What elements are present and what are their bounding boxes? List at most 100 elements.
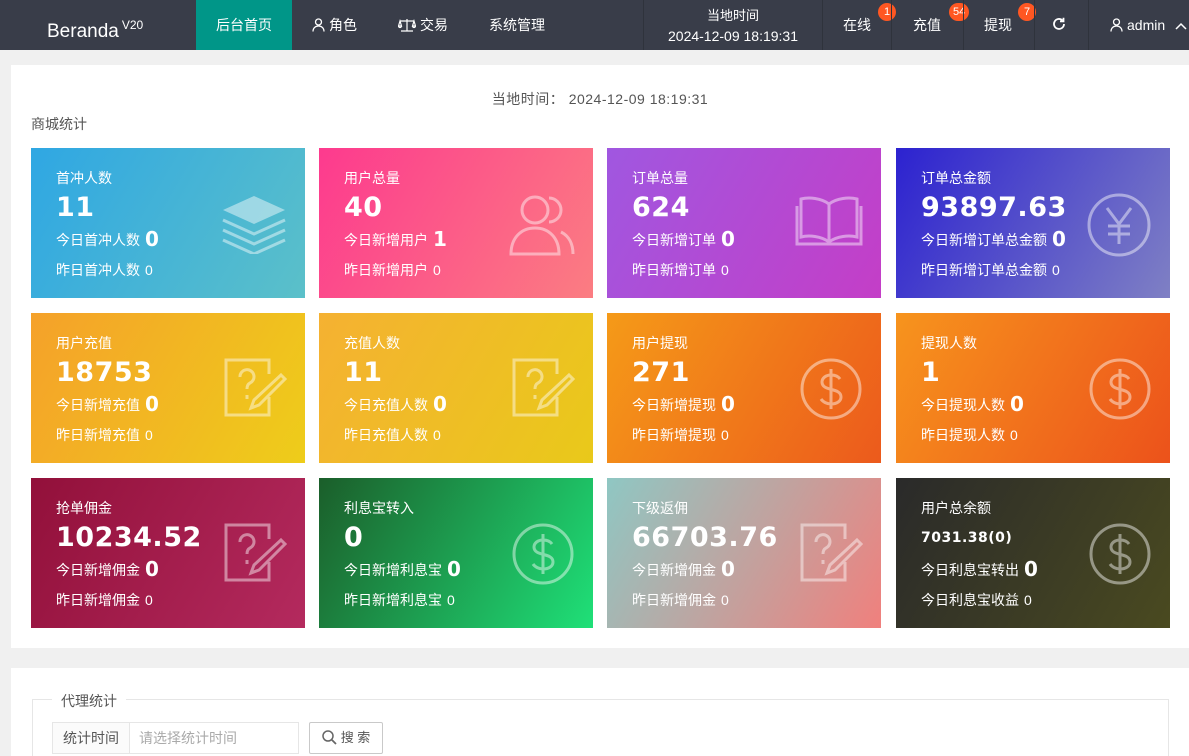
card-value: 11: [56, 192, 95, 223]
clock-label: 当地时间: [706, 8, 759, 23]
card-yesterday: 昨日新增提现 0: [632, 425, 729, 445]
card-value: 1: [921, 357, 941, 388]
stat-time-input[interactable]: [129, 722, 299, 754]
card-title: 下级返佣: [632, 500, 688, 516]
card-today: 今日提现人数 0: [921, 392, 1024, 416]
nav-trade[interactable]: 交易: [397, 0, 448, 50]
card-yesterday-label: 昨日新增充值: [56, 427, 140, 443]
card-today-value: 0: [433, 392, 447, 416]
brand-logo[interactable]: Beranda V20: [0, 0, 196, 50]
note-edit-icon: [800, 523, 863, 582]
brand-version: V20: [121, 18, 144, 32]
stat-card-withdraw-users: 提现人数 1 今日提现人数 0 昨日提现人数 0: [896, 313, 1170, 463]
card-title: 订单总金额: [921, 170, 991, 186]
dollar-icon: [512, 523, 574, 585]
card-yesterday-label: 昨日新增订单: [632, 262, 716, 278]
card-yesterday-label: 昨日充值人数: [344, 427, 428, 443]
local-time-label: 当地时间：: [491, 91, 565, 107]
card-today-value: 0: [1010, 392, 1024, 416]
card-today-label: 今日利息宝转出: [921, 562, 1019, 578]
brand-name: Beranda: [47, 21, 119, 42]
header-clock: 当地时间 2024-12-09 18:19:31: [644, 0, 822, 50]
card-yesterday: 昨日新增利息宝 0: [344, 590, 455, 610]
card-today-value: 0: [721, 557, 735, 581]
card-value: 10234.52: [56, 522, 202, 553]
search-button-label: 搜 索: [340, 730, 371, 745]
clock-value: 2024-12-09 18:19:31: [668, 28, 798, 44]
nav-role[interactable]: 角色: [312, 0, 357, 50]
dollar-icon: [800, 358, 862, 420]
stat-card-users: 用户总量 40 今日新增用户 1 昨日新增用户 0: [319, 148, 593, 298]
section-title: 商城统计: [31, 116, 87, 132]
refresh-icon: [1053, 17, 1065, 30]
card-today-label: 今日充值人数: [344, 397, 428, 413]
refresh-button[interactable]: [1052, 0, 1070, 50]
nav-system-label: 系统管理: [489, 17, 545, 33]
card-today: 今日新增订单 0: [632, 227, 735, 251]
card-today-label: 今日新增用户: [344, 232, 428, 248]
card-today-label: 今日新增订单: [632, 232, 716, 248]
search-button[interactable]: 搜 索: [309, 722, 383, 754]
time-label: 统计时间: [52, 722, 130, 754]
card-yesterday-label: 昨日新增用户: [344, 262, 428, 278]
card-today-label: 今日新增提现: [632, 397, 716, 413]
card-today: 今日新增利息宝 0: [344, 557, 461, 581]
card-yesterday-label: 昨日新增佣金: [632, 592, 716, 608]
card-value: 66703.76: [632, 522, 778, 553]
mall-stats-panel: 当地时间： 2024-12-09 18:19:31 商城统计 首冲人数 11 今…: [11, 65, 1189, 648]
card-yesterday-value: 0: [721, 262, 729, 278]
card-title: 首冲人数: [56, 170, 112, 186]
card-today-label: 今日新增订单总金额: [921, 232, 1047, 248]
card-title: 用户提现: [632, 335, 688, 351]
card-yesterday: 昨日新增订单总金额 0: [921, 260, 1060, 280]
recharge-label: 充值: [913, 17, 941, 33]
card-value: 624: [632, 192, 690, 223]
nav-system[interactable]: 系统管理: [489, 0, 545, 50]
card-yesterday: 昨日新增用户 0: [344, 260, 441, 280]
card-yesterday-value: 0: [1052, 262, 1060, 278]
card-today: 今日新增佣金 0: [56, 557, 159, 581]
card-value: 11: [344, 357, 383, 388]
card-today-value: 0: [145, 557, 159, 581]
online-link[interactable]: 在线: [843, 0, 871, 50]
recharge-link[interactable]: 充值: [913, 0, 941, 50]
nav-trade-label: 交易: [420, 17, 448, 33]
card-value: 40: [344, 192, 383, 223]
user-menu[interactable]: admin: [1110, 0, 1187, 50]
stat-card-user-withdraw: 用户提现 271 今日新增提现 0 昨日新增提现 0: [607, 313, 881, 463]
stat-card-first-recharge: 首冲人数 11 今日首冲人数 0 昨日首冲人数 0: [31, 148, 305, 298]
divider: [891, 0, 892, 50]
card-today-value: 1: [433, 227, 447, 251]
stat-card-user-recharge: 用户充值 18753 今日新增充值 0 昨日新增充值 0: [31, 313, 305, 463]
card-title: 用户总量: [344, 170, 400, 186]
withdraw-link[interactable]: 提现: [984, 0, 1012, 50]
card-yesterday-label: 昨日新增订单总金额: [921, 262, 1047, 278]
card-yesterday-value: 0: [145, 427, 153, 443]
card-today-value: 0: [447, 557, 461, 581]
card-today-value: 0: [1052, 227, 1066, 251]
card-value: 93897.63: [921, 192, 1067, 223]
card-today-value: 0: [1024, 557, 1038, 581]
divider: [822, 0, 823, 50]
card-yesterday-label: 昨日新增利息宝: [344, 592, 442, 608]
card-yesterday-value: 0: [433, 262, 441, 278]
agent-stats-panel: 代理统计 统计时间 搜 索: [11, 668, 1189, 756]
card-today-label: 今日新增佣金: [56, 562, 140, 578]
card-value: 0: [344, 522, 364, 553]
card-yesterday-value: 0: [447, 592, 455, 608]
withdraw-label: 提现: [984, 17, 1012, 33]
user-name: admin: [1127, 17, 1166, 33]
card-title: 利息宝转入: [344, 500, 414, 516]
card-yesterday: 昨日新增订单 0: [632, 260, 729, 280]
card-yesterday-value: 0: [145, 592, 153, 608]
nav-home[interactable]: 后台首页: [196, 0, 292, 50]
dollar-icon: [1089, 523, 1151, 585]
card-yesterday-label: 昨日新增佣金: [56, 592, 140, 608]
divider: [1088, 0, 1089, 50]
stat-card-order-amount: 订单总金额 93897.63 今日新增订单总金额 0 昨日新增订单总金额 0: [896, 148, 1170, 298]
card-today: 今日新增充值 0: [56, 392, 159, 416]
user-icon: [1110, 2, 1123, 52]
note-edit-icon: [512, 358, 575, 417]
agent-legend: 代理统计: [52, 691, 126, 711]
stat-card-sub-rebate: 下级返佣 66703.76 今日新增佣金 0 昨日新增佣金 0: [607, 478, 881, 628]
